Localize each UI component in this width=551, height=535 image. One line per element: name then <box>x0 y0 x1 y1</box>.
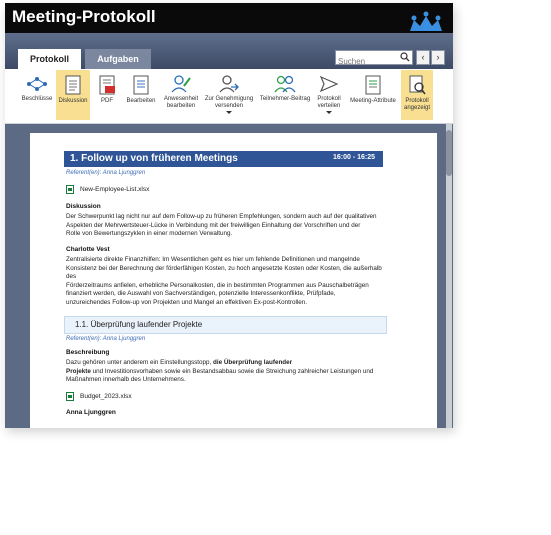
text-run-bold: Projekte <box>66 367 91 375</box>
chevron-down-icon <box>226 111 232 114</box>
toolbar: Beschlüsse Diskussion PDF Bearbeiten Anw… <box>5 69 453 124</box>
genehmigung-label-2: versenden <box>214 103 244 109</box>
search-icon[interactable] <box>400 52 410 62</box>
discussion-document-icon <box>65 75 81 95</box>
title-bar: Meeting-Protokoll <box>5 3 453 33</box>
text-line: Rolle von Bewertungszyklen in einer mode… <box>66 230 233 238</box>
vertical-scrollbar[interactable] <box>446 124 452 428</box>
prev-button[interactable]: ‹ <box>416 50 430 65</box>
distribute-send-icon <box>319 75 339 93</box>
beschluesse-label: Beschlüsse <box>21 96 53 102</box>
section-header: 1. Follow up von früheren Meetings 16:00… <box>64 151 383 167</box>
speaker-text: Zentralisierte direkte Finanzhilfen: Im … <box>66 256 386 308</box>
diskussion-button[interactable]: Diskussion <box>56 70 90 120</box>
genehmigung-button[interactable]: Zur Genehmigung versenden <box>203 70 255 120</box>
pdf-button[interactable]: PDF <box>94 70 120 120</box>
genehmigung-label-1: Zur Genehmigung <box>204 96 254 102</box>
teilnehmer-beitrag-button[interactable]: Teilnehmer-Beitrag <box>258 70 312 120</box>
bearbeiten-label: Bearbeiten <box>126 98 156 104</box>
excel-file-icon <box>66 392 74 401</box>
meeting-attributes-icon <box>365 75 381 95</box>
anwesenheit-button[interactable]: Anwesenheit bearbeiten <box>160 70 202 120</box>
section-referent: Referent(en): Anna Ljunggren <box>66 170 146 176</box>
protokoll-angezeigt-button[interactable]: Protokoll angezeigt <box>401 70 433 120</box>
text-line: Konsistenz bei der Berechnung der förder… <box>66 264 382 281</box>
search-box <box>335 50 413 68</box>
attachment-name: Budget_2023.xlsx <box>80 393 132 401</box>
search-input[interactable] <box>336 55 398 68</box>
edit-document-icon <box>133 75 149 95</box>
send-approval-icon <box>219 75 239 93</box>
text-line: Maßnahmen innerhalb des Unternehmens. <box>66 376 186 384</box>
next-button[interactable]: › <box>431 50 445 65</box>
document-area: 1. Follow up von früheren Meetings 16:00… <box>5 124 453 428</box>
document-page: 1. Follow up von früheren Meetings 16:00… <box>30 133 437 428</box>
verteilen-label-1: Protokoll <box>317 96 341 102</box>
scrollbar-thumb[interactable] <box>446 130 452 176</box>
text-line: unzureichendes Follow-up von Projekten u… <box>66 298 308 306</box>
text-line: Förderzeitraums anfielen, erhebliche Per… <box>66 281 369 289</box>
anwesenheit-label-1: Anwesenheit <box>163 96 199 102</box>
excel-file-icon <box>66 185 74 194</box>
tab-aufgaben[interactable]: Aufgaben <box>85 49 151 69</box>
angezeigt-label-2: angezeigt <box>403 105 431 111</box>
section-time: 16:00 - 16:25 <box>332 154 375 161</box>
text-run: und Investitionsvorhaben sowie ein Besta… <box>90 367 374 375</box>
teilnehmer-label: Teilnehmer-Beitrag <box>259 96 311 102</box>
bearbeiten-button[interactable]: Bearbeiten <box>123 70 159 120</box>
beschreibung-text: Dazu gehören unter anderem ein Einstellu… <box>66 359 386 385</box>
participants-icon <box>274 75 296 93</box>
diskussion-label: Diskussion <box>58 98 88 104</box>
diskussion-text: Der Schwerpunkt lag nicht nur auf dem Fo… <box>66 213 386 239</box>
preview-search-icon <box>409 75 426 95</box>
text-line: Zentralisierte direkte Finanzhilfen: Im … <box>66 256 360 263</box>
diskussion-heading: Diskussion <box>66 203 101 210</box>
subsection-referent: Referent(en): Anna Ljunggren <box>66 336 146 342</box>
text-line: Der Schwerpunkt lag nicht nur auf dem Fo… <box>66 213 377 220</box>
subsection-header: 1.1. Überprüfung laufender Projekte <box>64 316 387 334</box>
section-title: 1. Follow up von früheren Meetings <box>70 153 238 164</box>
attachment-link[interactable]: Budget_2023.xlsx <box>66 392 132 401</box>
pdf-label: PDF <box>101 98 113 104</box>
anwesenheit-label-2: bearbeiten <box>166 103 196 109</box>
attachment-name: New-Employee-List.xlsx <box>80 186 150 194</box>
text-run: Dazu gehören unter anderem ein Einstellu… <box>66 359 214 366</box>
app-title: Meeting-Protokoll <box>12 7 156 26</box>
text-line: Aspekten der Mehrwertsteuer-Lücke in Ver… <box>66 221 361 229</box>
speaker-heading: Charlotte Vest <box>66 246 110 253</box>
decisions-icon <box>27 77 47 91</box>
angezeigt-label-1: Protokoll <box>405 98 429 104</box>
text-line: finanziert werden, die Auswahl von Sachv… <box>66 290 336 298</box>
chevron-down-icon <box>326 111 332 114</box>
beschluesse-button[interactable]: Beschlüsse <box>19 70 55 120</box>
text-line: Projekte und Investitionsvorhaben sowie … <box>66 368 386 377</box>
protokoll-verteilen-button[interactable]: Protokoll verteilen <box>313 70 345 120</box>
attachment-link[interactable]: New-Employee-List.xlsx <box>66 185 149 194</box>
pdf-icon <box>99 75 115 95</box>
attendance-icon <box>171 75 191 93</box>
crown-logo-icon <box>410 11 442 31</box>
subsection-title: 1.1. Überprüfung laufender Projekte <box>75 320 203 329</box>
text-run-bold: die Überprüfung laufender <box>213 359 293 366</box>
tab-protokoll[interactable]: Protokoll <box>18 49 81 69</box>
attribute-label: Meeting-Attribute <box>350 98 396 104</box>
speaker-heading: Anna Ljunggren <box>66 409 116 416</box>
app-window: Meeting-Protokoll Protokoll Aufgaben ‹ › <box>5 3 453 428</box>
meeting-attribute-button[interactable]: Meeting-Attribute <box>347 70 399 120</box>
beschreibung-heading: Beschreibung <box>66 349 110 356</box>
tab-bar: Protokoll Aufgaben ‹ › <box>5 33 453 69</box>
verteilen-label-2: verteilen <box>317 103 341 109</box>
text-line: Dazu gehören unter anderem ein Einstellu… <box>66 359 386 368</box>
